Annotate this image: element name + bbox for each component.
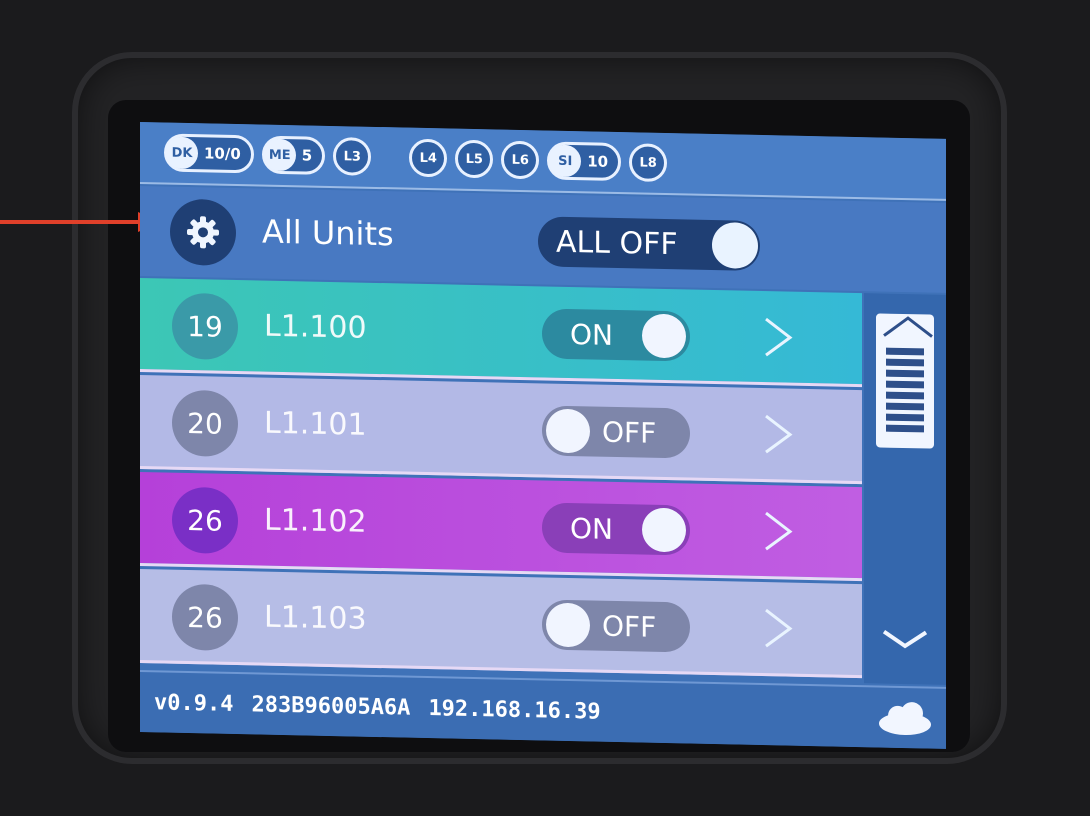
scrollbar[interactable] (864, 293, 946, 685)
pill-value: 10 (587, 152, 609, 171)
annotation-arrow-icon (0, 212, 160, 232)
toggle-state-label: OFF (602, 415, 657, 450)
chevron-up-icon[interactable] (880, 312, 936, 341)
chevron-right-icon[interactable] (756, 414, 796, 455)
toggle-knob (546, 408, 590, 454)
unit-row[interactable]: 26 L1.102 ON (140, 472, 862, 582)
chevron-down-icon[interactable] (880, 624, 930, 655)
all-off-toggle[interactable]: ALL OFF (538, 216, 760, 271)
unit-row[interactable]: 19 L1.100 ON (140, 278, 862, 388)
all-units-row: All Units ALL OFF (140, 186, 946, 293)
toggle-state-label: OFF (602, 609, 657, 644)
pill-knob: DK (166, 136, 198, 170)
chevron-right-icon[interactable] (756, 608, 796, 649)
firmware-version: v0.9.4 (154, 689, 234, 717)
gear-icon (187, 216, 219, 249)
pill-knob: SI (549, 144, 582, 178)
pill-value: 5 (301, 146, 313, 165)
pill-value: 10/0 (204, 144, 241, 164)
unit-row[interactable]: 20 L1.101 OFF (140, 375, 862, 485)
ip-address: 192.168.16.39 (428, 695, 601, 725)
device-screen: DK 10/0 ME 5 L3 L4 L5 L6 SI 10 L8 All Un… (140, 122, 946, 749)
chevron-right-icon[interactable] (756, 511, 796, 552)
status-circle-l8[interactable]: L8 (629, 143, 668, 183)
unit-name: L1.101 (264, 405, 367, 443)
toggle-knob (642, 507, 686, 553)
unit-toggle[interactable]: ON (542, 502, 690, 556)
cloud-icon (879, 702, 931, 736)
toggle-state-label: ON (570, 317, 613, 352)
unit-name: L1.100 (264, 308, 367, 346)
chevron-right-icon[interactable] (756, 317, 796, 358)
status-circle-l5[interactable]: L5 (455, 139, 494, 179)
status-circle-l6[interactable]: L6 (501, 140, 540, 180)
toggle-knob (712, 221, 758, 269)
unit-toggle[interactable]: ON (542, 308, 690, 362)
toggle-knob (546, 602, 590, 648)
unit-id-badge: 19 (172, 292, 238, 361)
scroll-thumb-grip (886, 347, 924, 437)
unit-name: L1.102 (264, 502, 367, 540)
toggle-knob (642, 313, 686, 359)
unit-list: 19 L1.100 ON 20 L1.101 OFF 26 L1.102 ON … (140, 278, 862, 683)
status-circle-l3[interactable]: L3 (333, 137, 372, 176)
unit-name: L1.103 (264, 599, 367, 637)
status-pill-si[interactable]: SI 10 (547, 141, 622, 182)
status-pill-dk[interactable]: DK 10/0 (164, 133, 254, 174)
unit-row[interactable]: 26 L1.103 OFF (140, 569, 862, 679)
all-off-label: ALL OFF (556, 224, 678, 262)
unit-id-badge: 26 (172, 583, 238, 652)
device-serial: 283B96005A6A (251, 691, 411, 721)
status-pill-me[interactable]: ME 5 (261, 135, 326, 175)
all-units-label: All Units (262, 212, 394, 254)
scroll-thumb[interactable] (876, 312, 936, 449)
unit-id-badge: 26 (172, 486, 238, 555)
settings-button[interactable] (170, 198, 236, 267)
unit-id-badge: 20 (172, 389, 238, 458)
pill-knob: ME (263, 138, 296, 172)
toggle-state-label: ON (570, 511, 613, 546)
unit-toggle[interactable]: OFF (542, 405, 690, 459)
unit-toggle[interactable]: OFF (542, 599, 690, 653)
status-circle-l4[interactable]: L4 (409, 138, 448, 178)
